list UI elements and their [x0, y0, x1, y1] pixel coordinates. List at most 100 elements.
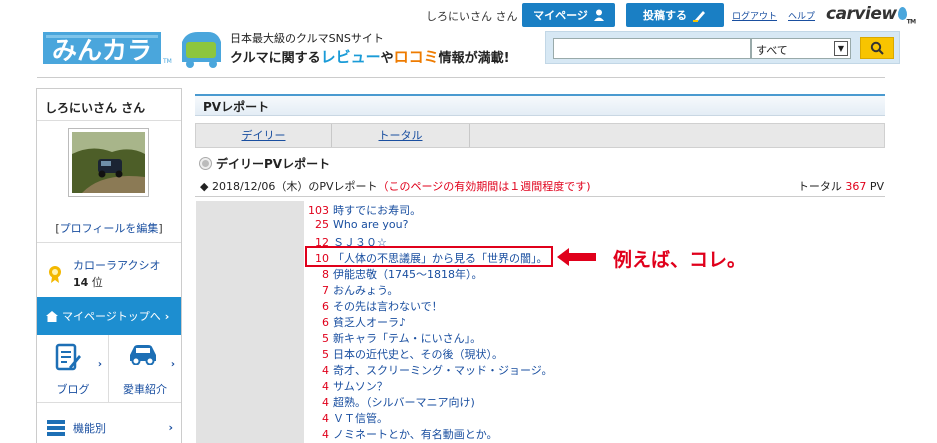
pv-count: 7 — [322, 284, 329, 297]
header-divider — [37, 77, 885, 78]
carview-tm: TM — [906, 18, 917, 26]
mypage-top-label: マイページトップへ — [62, 310, 161, 323]
edit-profile-label: プロフィールを編集 — [59, 222, 159, 235]
minkara-logo[interactable]: みんカラ TM — [43, 30, 173, 66]
car-icon — [130, 345, 156, 365]
blog-title-link[interactable]: その先は言わないで！ — [333, 300, 443, 313]
daily-report-title: デイリーPVレポート — [200, 155, 330, 172]
list-item: 4 ノミネートとか、有名動画とか。 — [307, 426, 498, 442]
sidebar-car-name[interactable]: カローラアクシオ — [73, 257, 160, 273]
functions-menu[interactable]: 機能別 › — [37, 413, 181, 443]
highlight-box — [305, 246, 553, 267]
report-tabs: デイリー トータル — [195, 123, 885, 148]
minkara-logo-graphic: みんカラ TM — [43, 32, 172, 65]
pencil-icon — [693, 10, 705, 22]
blog-title-link[interactable]: ノミネートとか、有名動画とか。 — [333, 428, 498, 441]
blog-title-link[interactable]: 貧乏人オーラ♪ — [333, 316, 406, 329]
tagline-part-3: や — [380, 51, 394, 66]
tagline-part-1: クルマに関する — [230, 51, 321, 66]
list-item: 6 貧乏人オーラ♪ — [307, 314, 406, 330]
blog-title-link[interactable]: 時すでにお寿司。 — [333, 204, 421, 217]
sidebar-car-rank: 14 位 — [73, 274, 103, 290]
profile-photo[interactable] — [68, 128, 149, 197]
chevron-right-icon: › — [170, 359, 175, 370]
pv-report-title: PVレポート — [203, 100, 270, 114]
header-username: しろにいさん さん — [426, 10, 518, 23]
list-item: 4 サムソン？ — [307, 378, 388, 394]
carview-drop-icon — [897, 7, 907, 20]
list-item: 6 その先は言わないで！ — [307, 298, 443, 314]
search-category-select[interactable]: すべて ▼ — [751, 38, 851, 59]
minkara-tm: TM — [162, 58, 172, 65]
pv-count: 5 — [322, 348, 329, 361]
pv-count: 8 — [322, 268, 329, 281]
blog-label: ブログ — [56, 383, 90, 396]
total-pv: トータル 367 PV — [798, 178, 884, 194]
search-input[interactable] — [553, 38, 751, 59]
bullet-circle-icon — [200, 158, 211, 169]
blog-title-link[interactable]: 日本の近代史と、その後（現状）。 — [333, 348, 503, 361]
blog-title-link[interactable]: 奇才、スクリーミング・マッド・ジョージ。 — [333, 364, 552, 377]
pv-count: 25 — [315, 218, 329, 231]
list-item: 7 おんみょう。 — [307, 282, 398, 298]
report-divider — [195, 196, 885, 197]
list-item: 5 日本の近代史と、その後（現状）。 — [307, 346, 503, 362]
chevron-right-icon: › — [168, 421, 173, 434]
pv-count: 4 — [322, 412, 329, 425]
logout-link[interactable]: ログアウト — [732, 9, 777, 22]
pv-count: 4 — [322, 428, 329, 441]
search-icon — [870, 41, 884, 55]
report-gray-column — [196, 201, 304, 443]
edit-profile-link[interactable]: [プロフィールを編集] — [37, 220, 181, 236]
home-icon — [46, 310, 58, 322]
post-button[interactable]: 投稿する — [626, 3, 724, 27]
validity-notice: （このページの有効期間は１週間程度です) — [377, 180, 591, 193]
blog-title-link[interactable]: ＶＴ信管。 — [333, 412, 388, 425]
list-item: 25 Who are you? — [307, 218, 408, 234]
mypage-button[interactable]: マイページ — [522, 3, 615, 27]
pv-count: 5 — [322, 332, 329, 345]
car-profile-tile[interactable]: › 愛車紹介 — [109, 335, 181, 403]
profile-photo-image — [72, 132, 145, 193]
minkara-badge-logo — [178, 28, 224, 70]
blog-title-link[interactable]: 伊能忠敬（1745～1818年）。 — [333, 268, 483, 281]
sidebar-divider — [37, 120, 181, 121]
pv-count: 6 — [322, 316, 329, 329]
search-button[interactable] — [860, 37, 894, 59]
car-profile-label: 愛車紹介 — [123, 383, 167, 396]
carview-logo[interactable]: carview TM — [826, 4, 916, 25]
daily-report-title-text: デイリーPVレポート — [216, 157, 331, 171]
total-label: トータル — [797, 180, 842, 193]
pv-report-header: PVレポート — [195, 94, 885, 116]
car-rank-unit: 位 — [88, 276, 103, 289]
report-date: ◆ 2018/12/06（木）のPVレポート — [200, 180, 378, 193]
sidebar-username: しろにいさん さん — [45, 101, 146, 115]
tagline-small: 日本最大級のクルマSNSサイト — [230, 32, 384, 45]
sidebar-tiles: › ブログ › 愛車紹介 — [37, 335, 181, 403]
blog-title-link[interactable]: おんみょう。 — [333, 284, 398, 297]
list-item: 5 新キャラ「テム・にいさん」。 — [307, 330, 481, 346]
car-badge-icon — [182, 32, 221, 68]
chevron-right-icon: › — [164, 309, 170, 323]
pv-count: 103 — [308, 204, 329, 217]
post-label: 投稿する — [643, 9, 687, 22]
carview-logo-text: carview — [826, 4, 897, 24]
tagline-part-5: 情報が満載! — [438, 51, 510, 66]
mypage-top-button[interactable]: マイページトップへ › — [37, 297, 181, 335]
tab-daily[interactable]: デイリー — [196, 124, 332, 147]
medal-icon — [49, 266, 61, 283]
blog-title-link[interactable]: 超熟。（シルバーマニア向け) — [333, 396, 475, 409]
total-unit: PV — [869, 180, 884, 193]
blog-title-link[interactable]: 新キャラ「テム・にいさん」。 — [333, 332, 481, 345]
search-category-value: すべて — [756, 44, 788, 57]
list-item: 4 超熟。（シルバーマニア向け) — [307, 394, 475, 410]
chevron-down-icon: ▼ — [834, 41, 848, 56]
blog-tile[interactable]: › ブログ — [37, 335, 109, 403]
blog-title-link[interactable]: Who are you? — [333, 218, 408, 231]
help-link[interactable]: ヘルプ — [788, 9, 815, 22]
blog-title-link[interactable]: サムソン？ — [333, 380, 388, 393]
pv-count: 4 — [322, 364, 329, 377]
search-bar: すべて ▼ — [545, 31, 900, 64]
tab-total[interactable]: トータル — [332, 124, 470, 147]
pv-count: 4 — [322, 380, 329, 393]
